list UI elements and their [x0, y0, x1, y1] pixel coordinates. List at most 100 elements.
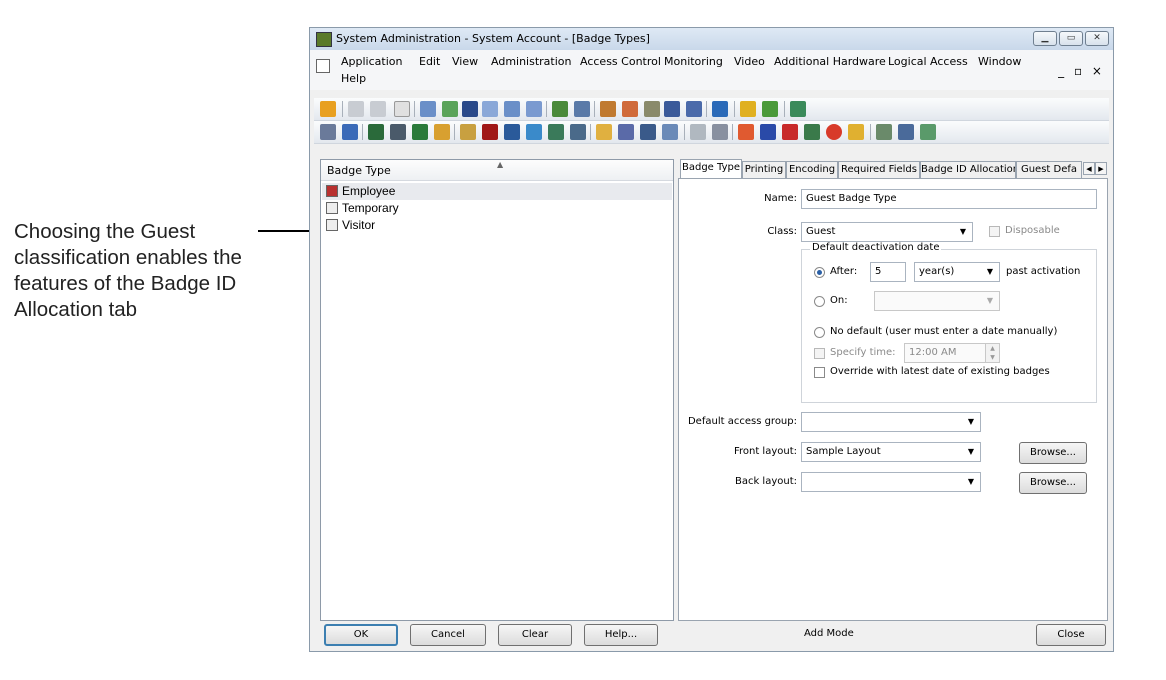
menu-access-control[interactable]: Access Control — [580, 55, 661, 68]
tab-badge-id-allocation[interactable]: Badge ID Allocation — [920, 161, 1016, 178]
tab-badge-type[interactable]: Badge Type — [680, 159, 742, 180]
disposable-checkbox[interactable] — [989, 226, 1000, 237]
close-icon[interactable]: ✕ — [1085, 31, 1109, 46]
visits-icon[interactable] — [442, 101, 458, 117]
unit-dropdown[interactable]: year(s) ▼ — [914, 262, 1000, 282]
tab-encoding[interactable]: Encoding — [786, 161, 838, 178]
maximize-icon[interactable]: ▭ — [1059, 31, 1083, 46]
menu-application[interactable]: Application — [341, 55, 402, 68]
system-icon[interactable] — [320, 101, 336, 117]
tab-guest-defaults[interactable]: Guest Defa — [1016, 161, 1082, 178]
time-spinner[interactable]: 12:00 AM ▲ ▼ — [904, 343, 1000, 363]
menu-logical-access[interactable]: Logical Access — [888, 55, 968, 68]
menu-help[interactable]: Help — [341, 72, 366, 85]
no-default-radio[interactable] — [814, 327, 825, 338]
tab-printing[interactable]: Printing — [742, 161, 786, 178]
hardware-icon[interactable] — [570, 124, 586, 140]
menu-administration[interactable]: Administration — [491, 55, 572, 68]
menu-monitoring[interactable]: Monitoring — [664, 55, 723, 68]
directory-icon[interactable] — [662, 124, 678, 140]
list-column-header[interactable]: Badge Type ▲ — [321, 160, 673, 181]
override-checkbox[interactable] — [814, 367, 825, 378]
tab-required-fields[interactable]: Required Fields — [838, 161, 920, 178]
inputs-icon[interactable] — [390, 124, 406, 140]
chart-icon[interactable] — [804, 124, 820, 140]
access-group-dropdown[interactable]: ▼ — [801, 412, 981, 432]
reports-icon[interactable] — [482, 101, 498, 117]
back-layout-dropdown[interactable]: ▼ — [801, 472, 981, 492]
people-icon[interactable] — [640, 124, 656, 140]
badge-type-list: Badge Type ▲ Employee Temporary Visitor — [320, 159, 674, 621]
modules-icon[interactable] — [600, 101, 616, 117]
clock-icon[interactable] — [740, 101, 756, 117]
help-button[interactable]: Help... — [584, 624, 658, 646]
list-item-employee[interactable]: Employee — [322, 183, 672, 200]
specify-time-checkbox[interactable] — [814, 348, 825, 359]
monitor-icon[interactable] — [712, 101, 728, 117]
after-value-input[interactable]: 5 — [870, 262, 906, 282]
receivers-icon[interactable] — [504, 124, 520, 140]
spinner-arrows-icon[interactable]: ▲ ▼ — [985, 344, 999, 362]
tree-icon[interactable] — [762, 101, 778, 117]
print-icon[interactable] — [370, 101, 386, 117]
ok-button[interactable]: OK — [324, 624, 398, 646]
on-radio[interactable] — [814, 296, 825, 307]
close-button[interactable]: Close — [1036, 624, 1106, 646]
key-icon[interactable] — [644, 101, 660, 117]
devices-icon[interactable] — [898, 124, 914, 140]
menu-view[interactable]: View — [452, 55, 478, 68]
alert-icon[interactable] — [738, 124, 754, 140]
intercom-icon[interactable] — [434, 124, 450, 140]
front-layout-dropdown[interactable]: Sample Layout ▼ — [801, 442, 981, 462]
tab-scroll-right-icon[interactable]: ▶ — [1095, 162, 1107, 175]
back-browse-button[interactable]: Browse... — [1019, 472, 1087, 494]
minimize-icon[interactable]: ▁ — [1033, 31, 1057, 46]
folder-icon[interactable] — [848, 124, 864, 140]
cards-icon[interactable] — [526, 101, 542, 117]
connection-icon[interactable] — [920, 124, 936, 140]
help-icon[interactable] — [394, 101, 410, 117]
fire-panel-icon[interactable] — [482, 124, 498, 140]
person-add-icon[interactable] — [782, 124, 798, 140]
network-tree-icon[interactable] — [876, 124, 892, 140]
workstation-icon[interactable] — [574, 101, 590, 117]
mdi-window-controls[interactable]: _ ▫ × — [1058, 64, 1105, 78]
network-icon[interactable] — [686, 101, 702, 117]
after-radio[interactable] — [814, 267, 825, 278]
cardholders-icon[interactable] — [420, 101, 436, 117]
log-icon[interactable] — [712, 124, 728, 140]
groups-icon[interactable] — [618, 124, 634, 140]
front-browse-button[interactable]: Browse... — [1019, 442, 1087, 464]
menu-edit[interactable]: Edit — [419, 55, 440, 68]
cancel-button[interactable]: Cancel — [410, 624, 486, 646]
menu-additional-hardware[interactable]: Additional Hardware — [774, 55, 886, 68]
clear-button[interactable]: Clear — [498, 624, 572, 646]
arrow-icon[interactable] — [690, 124, 706, 140]
menu-window[interactable]: Window — [978, 55, 1021, 68]
tab-scroll-left-icon[interactable]: ◀ — [1083, 162, 1095, 175]
record-icon[interactable] — [826, 124, 842, 140]
outputs-icon[interactable] — [412, 124, 428, 140]
panel-icon[interactable] — [760, 124, 776, 140]
alarms-icon[interactable] — [462, 101, 478, 117]
warning-icon[interactable] — [596, 124, 612, 140]
list-item-visitor[interactable]: Visitor — [322, 217, 672, 231]
badge-icon[interactable] — [504, 101, 520, 117]
list-item-temporary[interactable]: Temporary — [322, 200, 672, 217]
users-icon[interactable] — [552, 101, 568, 117]
on-date-dropdown[interactable]: ▼ — [874, 291, 1000, 311]
print-preview-icon[interactable] — [348, 101, 364, 117]
route-icon[interactable] — [790, 101, 806, 117]
readers-icon[interactable] — [368, 124, 384, 140]
elevator-icon[interactable] — [548, 124, 564, 140]
gear-icon[interactable] — [526, 124, 542, 140]
segments-icon[interactable] — [622, 101, 638, 117]
class-dropdown[interactable]: Guest ▼ — [801, 222, 973, 242]
menu-video[interactable]: Video — [734, 55, 765, 68]
document-icon[interactable] — [316, 59, 330, 73]
hardware-tree-icon[interactable] — [320, 124, 336, 140]
access-panels-icon[interactable] — [342, 124, 358, 140]
locks-icon[interactable] — [460, 124, 476, 140]
schedule-icon[interactable] — [664, 101, 680, 117]
name-input[interactable]: Guest Badge Type — [801, 189, 1097, 209]
